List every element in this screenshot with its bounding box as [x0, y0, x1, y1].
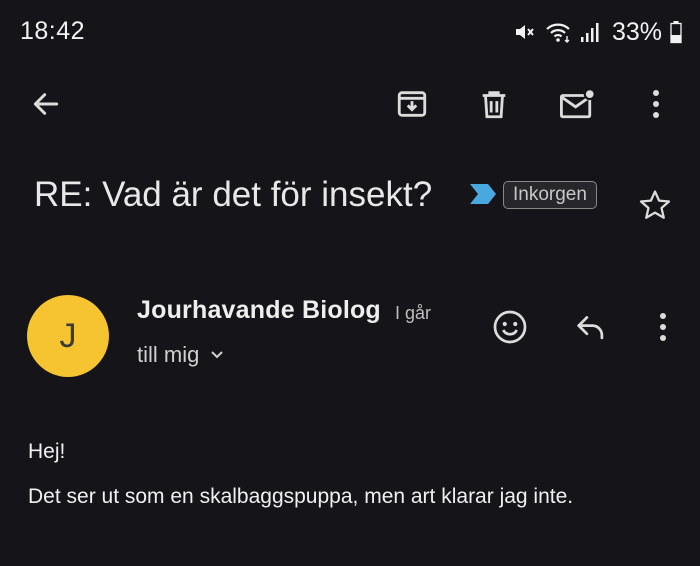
recipients-toggle[interactable]: till mig: [137, 342, 225, 368]
sender-name: Jourhavande Biolog: [137, 296, 381, 324]
mark-unread-button[interactable]: [553, 80, 601, 128]
subject-row: RE: Vad är det för insekt? Inkorgen: [34, 170, 680, 230]
email-subject: RE: Vad är det för insekt?: [34, 175, 433, 214]
more-options-button[interactable]: [632, 80, 680, 128]
battery-icon: [670, 20, 682, 44]
status-bar: 18:42 33%: [0, 0, 700, 64]
back-button[interactable]: [22, 80, 70, 128]
email-body: Hej! Det ser ut som en skalbaggspuppa, m…: [28, 440, 680, 509]
reply-icon: [577, 316, 604, 340]
status-time: 18:42: [20, 17, 86, 45]
archive-icon: [397, 91, 427, 117]
inbox-label[interactable]: Inkorgen: [503, 181, 597, 209]
mark-unread-icon: [560, 88, 596, 119]
trash-icon: [482, 91, 506, 119]
reply-button[interactable]: [568, 304, 614, 350]
react-button[interactable]: [487, 304, 533, 350]
mute-icon: [512, 20, 536, 44]
message-more-button[interactable]: [640, 304, 686, 350]
sent-time: I går: [395, 303, 432, 323]
avatar-initial: J: [59, 316, 77, 355]
emoji-icon: [493, 310, 527, 344]
toolbar: [0, 70, 700, 136]
recipients-text: till mig: [137, 342, 200, 367]
chevron-down-icon: [211, 351, 224, 359]
more-vert-icon: [660, 313, 666, 341]
email-text: Det ser ut som en skalbaggspuppa, men ar…: [28, 485, 574, 508]
archive-button[interactable]: [388, 80, 436, 128]
delete-button[interactable]: [470, 80, 518, 128]
star-icon[interactable]: [638, 188, 672, 227]
battery-percent: 33%: [611, 17, 662, 46]
more-vert-icon: [653, 90, 659, 118]
importance-marker-icon[interactable]: [469, 183, 497, 210]
sender-row: J Jourhavande Biolog I går till mig: [0, 280, 700, 390]
wifi-icon: [544, 20, 572, 44]
back-arrow-icon: [33, 93, 59, 115]
signal-icon: [580, 20, 600, 44]
email-greeting: Hej!: [28, 440, 66, 463]
avatar[interactable]: J: [27, 295, 109, 377]
status-icons: 33%: [512, 17, 682, 47]
